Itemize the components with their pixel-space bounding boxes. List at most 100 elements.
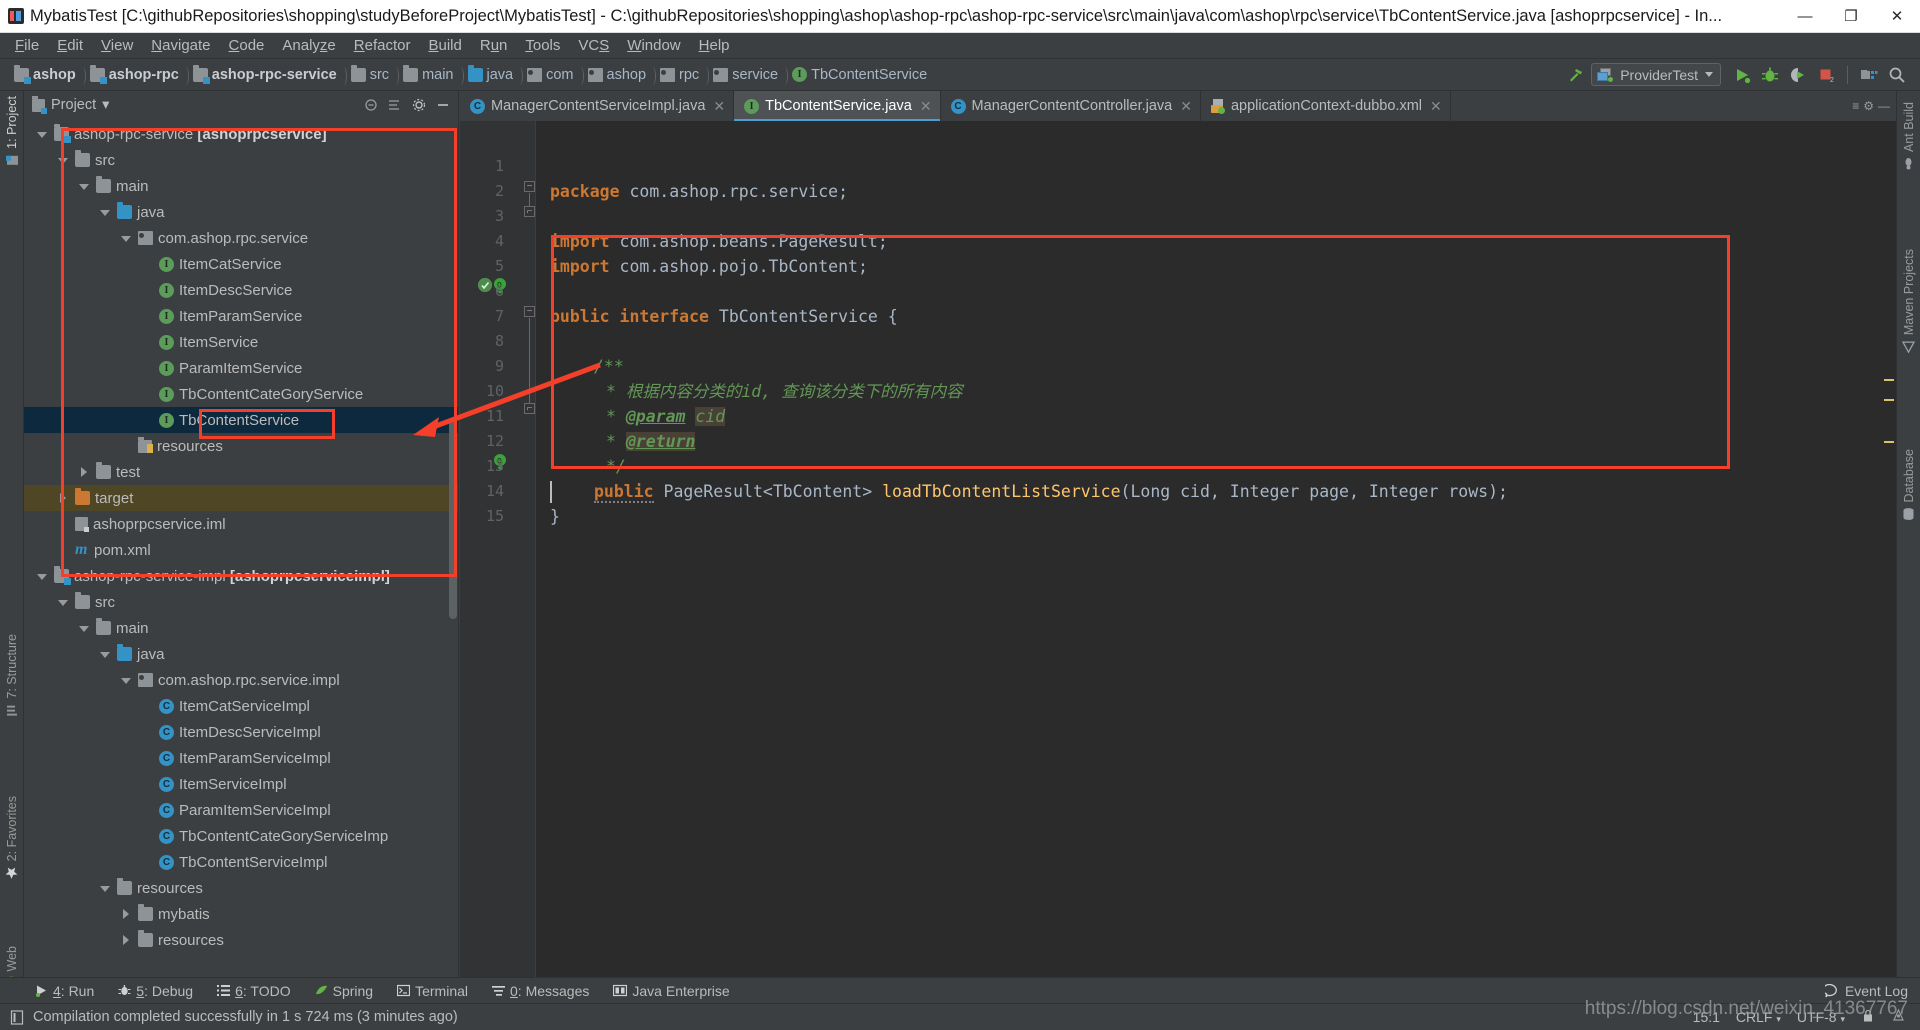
menu-help[interactable]: Help xyxy=(690,34,739,57)
read-only-icon[interactable] xyxy=(1861,1009,1875,1026)
tabs-list-icon[interactable]: ≡ xyxy=(1852,99,1859,113)
chevron-down-icon[interactable] xyxy=(78,622,91,635)
tool-window-spring[interactable]: Spring xyxy=(306,981,382,1001)
sidebar-item-ant-build[interactable]: Ant Build xyxy=(1897,99,1920,173)
hide-panel-icon[interactable] xyxy=(434,96,452,114)
tree-node[interactable]: C ItemServiceImpl xyxy=(24,771,458,797)
line-separator[interactable]: CRLF ▾ xyxy=(1736,1009,1781,1025)
project-tree[interactable]: ashop-rpc-service [ashoprpcservice] src ma… xyxy=(24,119,458,980)
tree-node[interactable]: main xyxy=(24,615,458,641)
breadcrumb-ashop-pkg[interactable]: ashop xyxy=(584,65,657,85)
hector-icon[interactable] xyxy=(1891,1008,1906,1026)
chevron-right-icon[interactable] xyxy=(120,908,133,921)
tree-node[interactable]: C ParamItemServiceImpl xyxy=(24,797,458,823)
sidebar-item-maven-projects[interactable]: Maven Projects xyxy=(1897,246,1920,356)
run-button[interactable] xyxy=(1729,63,1755,87)
close-button[interactable]: ✕ xyxy=(1874,0,1920,33)
file-encoding[interactable]: UTF-8 ▾ xyxy=(1797,1009,1845,1025)
tree-node[interactable]: resources xyxy=(24,875,458,901)
breadcrumb-ashop-rpc[interactable]: ashop-rpc xyxy=(86,64,189,85)
tree-node[interactable]: I TbContentService xyxy=(24,407,458,433)
chevron-down-icon[interactable] xyxy=(78,180,91,193)
tree-node[interactable]: C ItemDescServiceImpl xyxy=(24,719,458,745)
tree-node[interactable]: I ParamItemService xyxy=(24,355,458,381)
menu-refactor[interactable]: Refactor xyxy=(345,34,420,57)
tabs-settings-icon[interactable]: ⚙ xyxy=(1863,99,1874,113)
breadcrumb-service[interactable]: service xyxy=(709,65,789,85)
expand-all-icon[interactable] xyxy=(362,96,380,114)
tree-node[interactable]: C TbContentCateGoryServiceImp xyxy=(24,823,458,849)
tree-node[interactable]: target xyxy=(24,485,458,511)
breadcrumb-ashop-rpc-service[interactable]: ashop-rpc-service xyxy=(189,64,347,85)
tool-window-todo[interactable]: 6: TODO xyxy=(208,981,300,1001)
debug-button[interactable] xyxy=(1757,63,1783,87)
chevron-down-icon[interactable] xyxy=(36,128,49,141)
editor-markers-gutter[interactable] xyxy=(1882,121,1896,980)
project-structure-button[interactable] xyxy=(1856,63,1882,87)
menu-analyze[interactable]: Analyze xyxy=(273,34,344,57)
tree-node[interactable]: resources xyxy=(24,433,458,459)
breadcrumb-src[interactable]: src xyxy=(347,64,400,85)
tree-node[interactable]: ashop-rpc-service-impl [ashoprpcservicei… xyxy=(24,563,458,589)
tabs-hide-icon[interactable]: — xyxy=(1878,99,1890,113)
chevron-down-icon[interactable] xyxy=(99,206,112,219)
breadcrumb-java[interactable]: java xyxy=(464,64,524,85)
tool-window-debug[interactable]: 5: Debug xyxy=(109,981,202,1001)
tree-node[interactable]: java xyxy=(24,199,458,225)
tree-node[interactable]: src xyxy=(24,589,458,615)
code-text[interactable]: 1 package com.ashop.rpc.service; 2 3 imp… xyxy=(460,121,1896,980)
menu-edit[interactable]: Edit xyxy=(48,34,92,57)
tree-node[interactable]: I ItemDescService xyxy=(24,277,458,303)
tree-node[interactable]: main xyxy=(24,173,458,199)
tree-node[interactable]: I ItemParamService xyxy=(24,303,458,329)
menu-window[interactable]: Window xyxy=(618,34,689,57)
breadcrumb-rpc[interactable]: rpc xyxy=(656,65,710,85)
tree-node[interactable]: src xyxy=(24,147,458,173)
close-icon[interactable]: ✕ xyxy=(713,98,725,115)
chevron-down-icon[interactable] xyxy=(99,882,112,895)
tree-node[interactable]: ashop-rpc-service [ashoprpcservice] xyxy=(24,121,458,147)
sidebar-item-project[interactable]: 1: Project xyxy=(0,93,24,170)
chevron-down-icon[interactable] xyxy=(57,596,70,609)
tool-window-messages[interactable]: 0: Messages xyxy=(483,981,598,1001)
code-editor[interactable]: O O − ⌐ − ⌐ 1 package com.ashop.rpc.serv… xyxy=(460,121,1896,980)
build-hammer-icon[interactable] xyxy=(1563,63,1589,87)
search-everywhere-icon[interactable] xyxy=(1884,63,1910,87)
close-icon[interactable]: ✕ xyxy=(1430,98,1442,115)
menu-tools[interactable]: Tools xyxy=(516,34,569,57)
chevron-down-icon[interactable] xyxy=(120,232,133,245)
tree-node[interactable]: C TbContentServiceImpl xyxy=(24,849,458,875)
chevron-down-icon[interactable]: ▾ xyxy=(102,97,109,113)
chevron-down-icon[interactable] xyxy=(36,570,49,583)
tree-node[interactable]: ashoprpcservice.iml xyxy=(24,511,458,537)
tree-node[interactable]: m pom.xml xyxy=(24,537,458,563)
tool-window-terminal[interactable]: Terminal xyxy=(388,981,477,1001)
menu-build[interactable]: Build xyxy=(419,34,470,57)
menu-vcs[interactable]: VCS xyxy=(569,34,618,57)
chevron-down-icon[interactable] xyxy=(57,154,70,167)
breadcrumb-ashop[interactable]: ashop xyxy=(10,64,86,85)
close-icon[interactable]: ✕ xyxy=(1180,98,1192,115)
tree-node[interactable]: C ItemCatServiceImpl xyxy=(24,693,458,719)
tree-node[interactable]: test xyxy=(24,459,458,485)
tree-node[interactable]: mybatis xyxy=(24,901,458,927)
chevron-down-icon[interactable] xyxy=(99,648,112,661)
run-configuration-selector[interactable]: ProviderTest xyxy=(1591,63,1721,86)
chevron-right-icon[interactable] xyxy=(78,466,91,479)
tab-tbcontentservice[interactable]: I TbContentService.java ✕ xyxy=(734,91,941,121)
project-tree-scrollbar[interactable] xyxy=(449,119,457,980)
scroll-from-source-icon[interactable] xyxy=(386,96,404,114)
chevron-down-icon[interactable] xyxy=(120,674,133,687)
chevron-right-icon[interactable] xyxy=(120,934,133,947)
tab-managercontentserviceimpl[interactable]: C ManagerContentServiceImpl.java ✕ xyxy=(460,91,735,121)
sidebar-item-structure[interactable]: 7: Structure xyxy=(0,631,24,720)
tree-node[interactable]: I ItemCatService xyxy=(24,251,458,277)
caret-position[interactable]: 15:1 xyxy=(1693,1009,1720,1025)
run-with-coverage-button[interactable] xyxy=(1785,63,1811,87)
tree-node[interactable]: com.ashop.rpc.service.impl xyxy=(24,667,458,693)
maximize-button[interactable]: ❐ xyxy=(1828,0,1874,33)
gear-icon[interactable] xyxy=(410,96,428,114)
tool-window-run[interactable]: 4: Run xyxy=(26,981,103,1001)
menu-run[interactable]: Run xyxy=(471,34,517,57)
tree-node[interactable]: I ItemService xyxy=(24,329,458,355)
